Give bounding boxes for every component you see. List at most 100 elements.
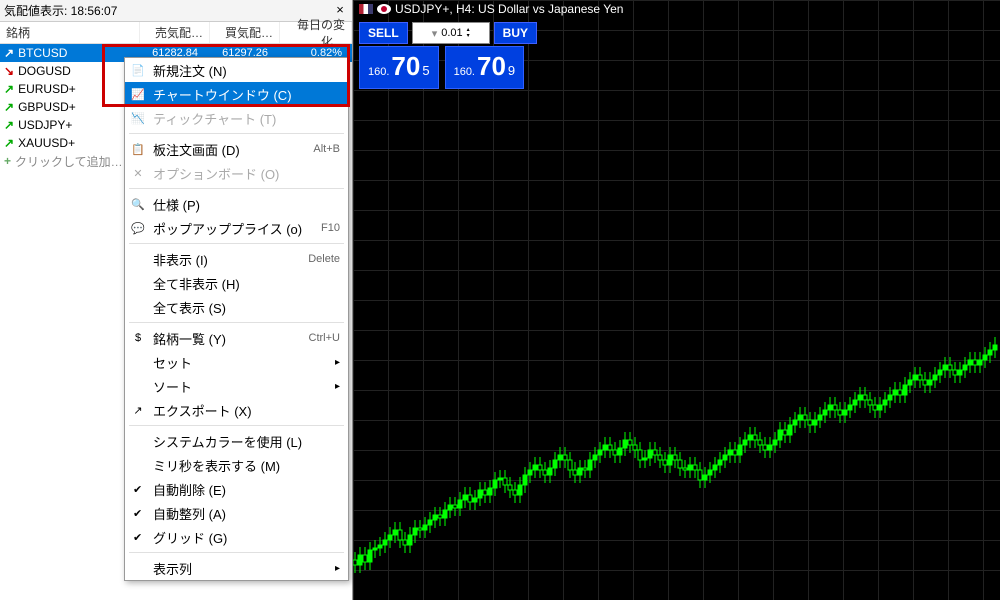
menu-shortcut: Delete: [308, 253, 340, 265]
menu-item-label: 全て非表示 (H): [153, 274, 240, 293]
chart-title-bar: USDJPY+, H4: US Dollar vs Japanese Yen: [359, 2, 623, 16]
menu-icon: ✕: [130, 165, 146, 181]
menu-item[interactable]: 🔍仕様 (P): [125, 192, 348, 216]
sell-price-card[interactable]: 160. 70 5: [359, 46, 439, 89]
symbol-name: EURUSD+: [18, 82, 76, 96]
menu-item[interactable]: セット▸: [125, 350, 348, 374]
check-icon: ✔: [133, 531, 142, 544]
check-icon: ✔: [133, 507, 142, 520]
menu-item[interactable]: 表示列 ▸: [125, 556, 348, 580]
check-icon: ✔: [133, 483, 142, 496]
lot-minus-icon[interactable]: ▾: [432, 27, 438, 40]
menu-separator: [129, 188, 344, 189]
chevron-right-icon: ▸: [335, 381, 340, 392]
menu-separator: [129, 552, 344, 553]
menu-item-label: グリッド (G): [153, 528, 227, 547]
menu-item[interactable]: ↗ エクスポート (X): [125, 398, 348, 422]
sell-button[interactable]: SELL: [359, 22, 408, 44]
menu-icon: ↗: [130, 402, 146, 418]
menu-item[interactable]: 💬 ポップアッププライス (o) F10: [125, 216, 348, 240]
sell-price-sup: 5: [422, 63, 429, 78]
menu-item-label: 非表示 (I): [153, 250, 208, 269]
buy-price-big: 70: [477, 51, 506, 82]
menu-item[interactable]: $銘柄一覧 (Y)Ctrl+U: [125, 326, 348, 350]
menu-item-label: エクスポート (X): [153, 401, 252, 420]
lot-value: 0.01: [441, 27, 462, 39]
price-cards: 160. 70 5 160. 70 9: [359, 46, 524, 89]
menu-item[interactable]: 全て非表示 (H): [125, 271, 348, 295]
col-change[interactable]: 毎日の変化…: [280, 22, 352, 43]
menu-item-label: オプションボード (O): [153, 164, 279, 183]
menu-icon: 🔍: [130, 196, 146, 212]
col-symbol[interactable]: 銘柄: [0, 22, 140, 43]
symbol-name: DOGUSD: [18, 64, 71, 78]
menu-item[interactable]: 非表示 (I) Delete: [125, 247, 348, 271]
menu-item-label: 表示列: [153, 559, 192, 578]
symbol-name: XAUUSD+: [18, 136, 75, 150]
column-headers: 銘柄 売気配… 買気配… 毎日の変化…: [0, 22, 352, 44]
buy-price-card[interactable]: 160. 70 9: [445, 46, 525, 89]
menu-item: ✕ オプションボード (O): [125, 161, 348, 185]
menu-item[interactable]: 📈 チャートウインドウ (C): [125, 82, 348, 106]
menu-item[interactable]: ソート ▸: [125, 374, 348, 398]
sell-price-prefix: 160.: [368, 66, 389, 78]
arrow-up-icon: ↗: [4, 82, 14, 96]
menu-icon: 📈: [130, 86, 146, 102]
buy-price-sup: 9: [508, 63, 515, 78]
menu-item[interactable]: 📄新規注文 (N): [125, 58, 348, 82]
sell-price-big: 70: [391, 51, 420, 82]
menu-shortcut: Ctrl+U: [309, 332, 340, 344]
menu-item[interactable]: ✔ 自動削除 (E): [125, 477, 348, 501]
menu-item-label: ティックチャート (T): [153, 109, 276, 128]
symbol-name: GBPUSD+: [18, 100, 76, 114]
menu-icon: $: [130, 330, 146, 346]
menu-item[interactable]: ✔ 自動整列 (A): [125, 501, 348, 525]
menu-shortcut: F10: [321, 222, 340, 234]
menu-item-label: 自動削除 (E): [153, 480, 226, 499]
menu-item[interactable]: 全て表示 (S): [125, 295, 348, 319]
context-menu: 📄新規注文 (N) 📈 チャートウインドウ (C) 📉 ティックチャート (T) 📋 板注文…: [124, 57, 349, 581]
menu-item[interactable]: システムカラーを使用 (L): [125, 429, 348, 453]
menu-icon: 📋: [130, 141, 146, 157]
menu-item-label: チャートウインドウ (C): [153, 85, 292, 104]
col-bid[interactable]: 売気配…: [140, 22, 210, 43]
arrow-up-icon: ↗: [4, 46, 14, 60]
lot-input[interactable]: ▾ 0.01 ▴ ▾: [412, 22, 490, 44]
us-flag-icon: [359, 4, 373, 14]
menu-item[interactable]: 📋板注文画面 (D)Alt+B: [125, 137, 348, 161]
jp-flag-icon: [377, 4, 391, 14]
menu-icon: 📉: [130, 110, 146, 126]
menu-icon: 💬: [130, 220, 146, 236]
arrow-up-icon: ↗: [4, 100, 14, 114]
chevron-right-icon: ▸: [335, 563, 340, 574]
menu-item-label: 板注文画面 (D): [153, 140, 240, 159]
panel-title: 気配値表示: 18:56:07: [4, 2, 117, 19]
quote-bar: SELL ▾ 0.01 ▴ ▾ BUY: [359, 22, 537, 44]
chart-panel[interactable]: USDJPY+, H4: US Dollar vs Japanese Yen S…: [353, 0, 1000, 600]
menu-item-label: システムカラーを使用 (L): [153, 432, 302, 451]
symbol-name: USDJPY+: [18, 118, 72, 132]
plus-icon: +: [4, 154, 11, 168]
col-ask[interactable]: 買気配…: [210, 22, 280, 43]
menu-item[interactable]: ✔ グリッド (G): [125, 525, 348, 549]
menu-item-label: ソート: [153, 377, 192, 396]
menu-item-label: 自動整列 (A): [153, 504, 226, 523]
menu-item-label: ポップアッププライス (o): [153, 219, 302, 238]
chart-title-text: USDJPY+, H4: US Dollar vs Japanese Yen: [395, 2, 623, 16]
menu-item[interactable]: ミリ秒を表示する (M): [125, 453, 348, 477]
arrow-up-icon: ↗: [4, 118, 14, 132]
add-label: クリックして追加…: [15, 153, 123, 170]
menu-separator: [129, 322, 344, 323]
symbol-name: BTCUSD: [18, 46, 67, 60]
menu-item-label: 新規注文 (N): [153, 61, 227, 80]
lot-down-icon[interactable]: ▾: [467, 33, 470, 39]
buy-button[interactable]: BUY: [494, 22, 537, 44]
arrow-down-icon: ↘: [4, 64, 14, 78]
menu-separator: [129, 425, 344, 426]
menu-separator: [129, 133, 344, 134]
buy-price-prefix: 160.: [454, 66, 475, 78]
chevron-right-icon: ▸: [335, 357, 340, 368]
menu-separator: [129, 243, 344, 244]
arrow-up-icon: ↗: [4, 136, 14, 150]
menu-item-label: ミリ秒を表示する (M): [153, 456, 280, 475]
